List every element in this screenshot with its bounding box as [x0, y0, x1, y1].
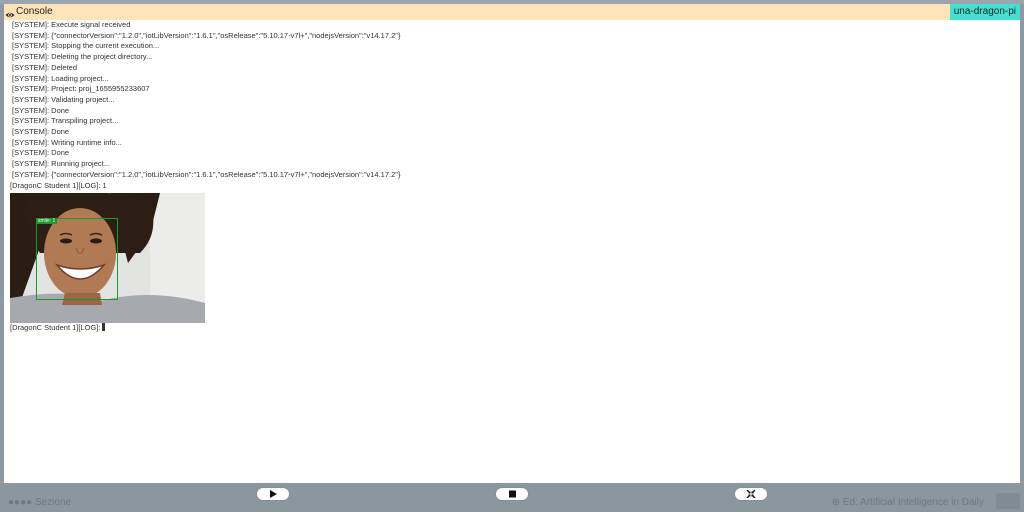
log-line: [SYSTEM]: Stopping the current execution… — [12, 41, 160, 51]
log-line: [SYSTEM]: Deleting the project directory… — [12, 52, 153, 62]
stop-button[interactable] — [496, 488, 528, 500]
log-line: [SYSTEM]: Done — [12, 105, 70, 115]
collapse-button[interactable] — [735, 488, 767, 500]
log-line: [SYSTEM]: Deleted — [12, 62, 78, 72]
detection-label: smile: 1 — [36, 218, 58, 225]
log-line-current: [DragonC Student 1][LOG]: — [10, 323, 1010, 334]
console-log: [SYSTEM]: Execute signal received [SYSTEM… — [10, 20, 1010, 334]
console-window: Console una-dragon-pi [SYSTEM]: Execute … — [4, 4, 1020, 483]
log-line: [SYSTEM]: Running project... — [12, 159, 110, 169]
log-line: [SYSTEM]: Execute signal received — [12, 20, 131, 29]
device-badge[interactable]: una-dragon-pi — [949, 4, 1020, 20]
stop-icon — [509, 490, 516, 498]
log-line: [SYSTEM]: Done — [12, 127, 70, 137]
console-title: Console — [16, 6, 53, 17]
play-button[interactable] — [257, 488, 289, 500]
log-line: [SYSTEM]: Done — [12, 148, 70, 158]
log-line: [SYSTEM]: {"connectorVersion":"1.2.0","i… — [12, 169, 401, 179]
play-icon — [270, 490, 277, 498]
log-line-current-text: [DragonC Student 1][LOG]: — [10, 323, 101, 333]
log-line: [SYSTEM]: Validating project... — [12, 94, 115, 104]
collapse-icon — [746, 490, 756, 498]
eye-icon[interactable] — [5, 7, 15, 18]
detection-image: smile: 1 — [10, 193, 205, 324]
log-line: [SYSTEM]: Transpiling project... — [12, 116, 119, 126]
log-line: [SYSTEM]: Writing runtime info... — [12, 137, 122, 147]
face-detection-box — [36, 218, 118, 301]
text-cursor — [102, 323, 106, 332]
log-line: [SYSTEM]: {"connectorVersion":"1.2.0","i… — [12, 30, 401, 40]
log-line: [DragonC Student 1][LOG]: 1 — [10, 180, 107, 190]
log-line: [SYSTEM]: Loading project... — [12, 73, 109, 83]
console-header: Console una-dragon-pi — [4, 4, 1020, 20]
log-line: [SYSTEM]: Project: proj_1655955233607 — [12, 84, 150, 94]
log-lines: [SYSTEM]: Execute signal received [SYSTEM… — [10, 20, 1010, 191]
console-controls — [0, 484, 1024, 504]
